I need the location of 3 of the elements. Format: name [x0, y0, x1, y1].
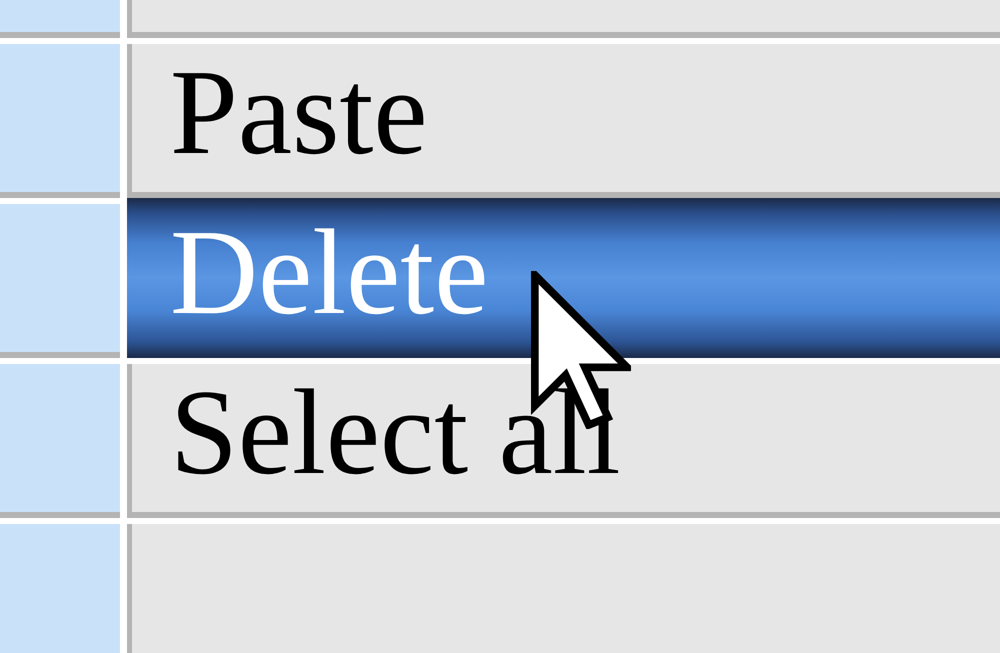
menu-item[interactable] [127, 524, 1000, 653]
menu-item[interactable]: Paste [127, 44, 1000, 198]
menu-item[interactable] [127, 0, 1000, 38]
